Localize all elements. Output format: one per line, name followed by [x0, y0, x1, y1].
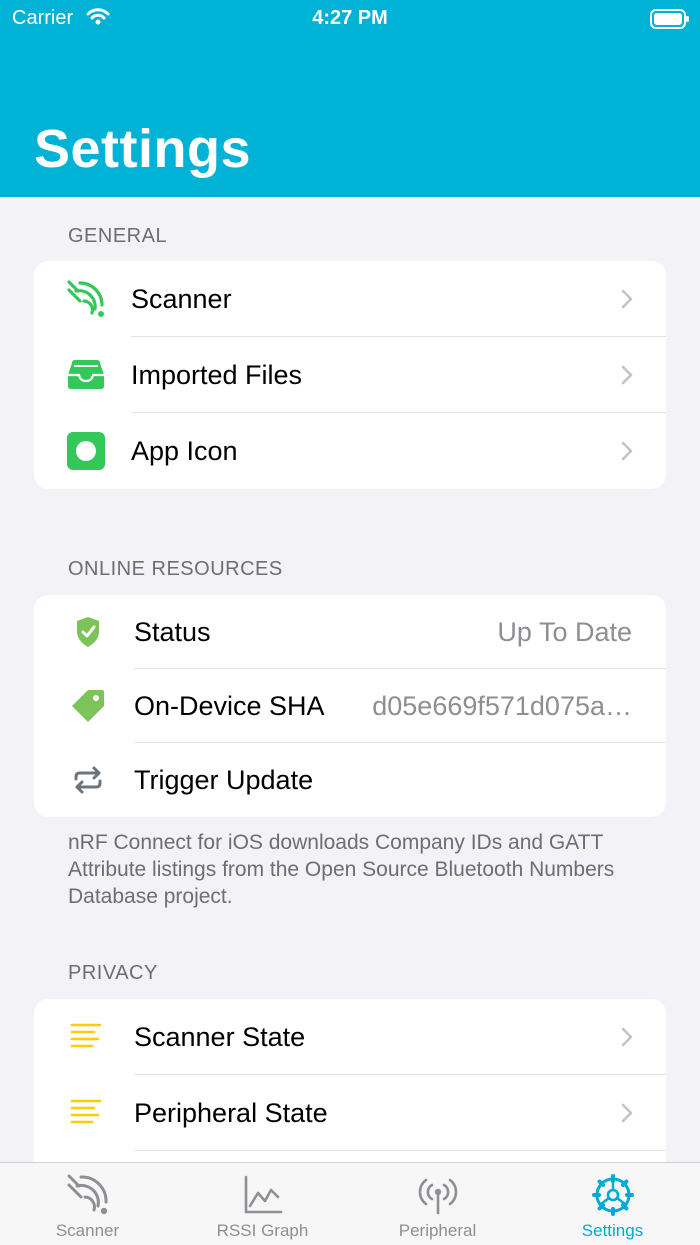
settings-row-label: App Icon — [131, 436, 238, 466]
general-group: Scanner Imported Files App Icon — [34, 261, 666, 489]
tab-settings[interactable]: Settings — [525, 1163, 700, 1245]
settings-row-app-icon[interactable]: App Icon — [34, 413, 666, 489]
settings-row-scanner[interactable]: Scanner — [34, 261, 666, 337]
clock: 4:27 PM — [312, 7, 388, 29]
settings-row-label: Scanner — [131, 284, 232, 314]
page-title: Settings — [34, 119, 252, 179]
status-value: Up To Date — [497, 617, 632, 647]
app-icon-icon — [66, 431, 106, 471]
section-header-privacy: PRIVACY — [68, 962, 158, 984]
settings-row-imported-files[interactable]: Imported Files — [34, 337, 666, 413]
tab-label: Peripheral — [398, 1221, 477, 1240]
section-header-general: GENERAL — [68, 225, 168, 247]
settings-row-status: Status Up To Date — [34, 595, 666, 669]
status-bar: Carrier 4:27 PM — [0, 0, 700, 40]
tab-label: Settings — [581, 1221, 644, 1240]
privacy-group: Scanner State Peripheral State — [34, 999, 666, 1162]
chevron-right-icon — [620, 439, 634, 468]
settings-row-peripheral-state[interactable]: Peripheral State — [34, 1075, 666, 1151]
settings-row-label: On-Device SHA — [134, 691, 325, 721]
scanner-waves-icon — [66, 1173, 110, 1217]
gear-icon — [591, 1173, 635, 1217]
settings-list[interactable]: GENERAL Scanner Imported Files App Icon … — [0, 197, 700, 1162]
navigation-header: Settings — [0, 40, 700, 197]
settings-row-label: Peripheral State — [134, 1098, 328, 1128]
shield-check-icon — [68, 612, 108, 652]
tab-rssi-graph[interactable]: RSSI Graph — [175, 1163, 350, 1245]
online-resources-group: Status Up To Date On-Device SHA d05e669f… — [34, 595, 666, 817]
antenna-icon — [416, 1173, 460, 1217]
line-chart-icon — [241, 1173, 285, 1217]
chevron-right-icon — [620, 363, 634, 392]
tab-peripheral[interactable]: Peripheral — [350, 1163, 525, 1245]
settings-row-label: Trigger Update — [134, 765, 314, 795]
tray-icon — [66, 355, 106, 395]
tab-label: RSSI Graph — [216, 1221, 309, 1240]
section-header-online-resources: ONLINE RESOURCES — [68, 558, 283, 580]
chevron-right-icon — [620, 287, 634, 316]
text-lines-icon — [66, 1093, 106, 1133]
settings-row-scanner-state[interactable]: Scanner State — [34, 999, 666, 1075]
battery-icon — [650, 9, 690, 35]
settings-row-label: Status — [134, 617, 211, 647]
chevron-right-icon — [620, 1025, 634, 1054]
settings-row-label: Scanner State — [134, 1022, 306, 1052]
tab-bar: Scanner RSSI Graph Peripheral Settings — [0, 1162, 700, 1245]
tab-scanner[interactable]: Scanner — [0, 1163, 175, 1245]
trigger-update-button[interactable]: Trigger Update — [34, 743, 666, 817]
settings-row-label: Imported Files — [131, 360, 303, 390]
text-lines-icon — [66, 1017, 106, 1057]
tab-label: Scanner — [55, 1221, 120, 1240]
tag-icon — [68, 686, 108, 726]
scanner-waves-icon — [66, 279, 106, 319]
online-resources-footer: nRF Connect for iOS downloads Company ID… — [68, 831, 615, 908]
chevron-right-icon — [620, 1101, 634, 1130]
sha-value: d05e669f571d075a… — [372, 691, 632, 721]
settings-row-on-device-sha: On-Device SHA d05e669f571d075a… — [34, 669, 666, 743]
row-separator — [134, 1150, 666, 1151]
refresh-arrows-icon — [68, 760, 108, 800]
